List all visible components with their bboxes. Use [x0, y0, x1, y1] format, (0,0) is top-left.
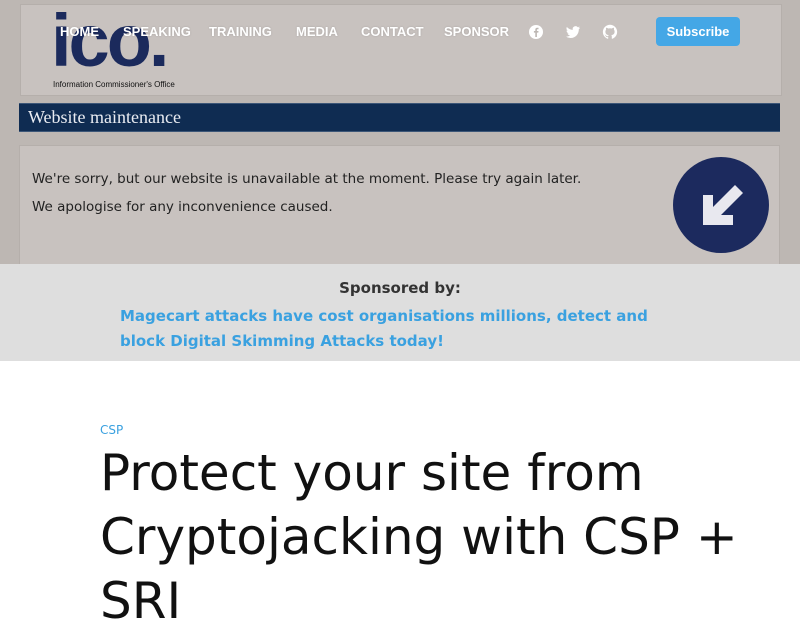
- article-header: CSP Protect your site from Cryptojacking…: [100, 361, 740, 630]
- arrow-down-left-icon: [673, 157, 769, 253]
- ico-logo-subtitle: Information Commissioner's Office: [53, 80, 175, 89]
- facebook-icon[interactable]: [528, 24, 544, 40]
- maintenance-message-line-2: We apologise for any inconvenience cause…: [32, 199, 333, 215]
- maintenance-title: Website maintenance: [28, 107, 181, 127]
- maintenance-title-bar: Website maintenance: [19, 103, 780, 132]
- nav-contact[interactable]: CONTACT: [361, 24, 424, 39]
- maintenance-message-line-1: We're sorry, but our website is unavaila…: [32, 171, 582, 187]
- sponsor-link[interactable]: Magecart attacks have cost organisations…: [120, 304, 660, 354]
- main-nav: HOME SPEAKING TRAINING MEDIA CONTACT SPO…: [0, 0, 800, 64]
- twitter-icon[interactable]: [565, 24, 581, 40]
- nav-home[interactable]: HOME: [60, 24, 99, 39]
- nav-speaking[interactable]: SPEAKING: [123, 24, 191, 39]
- nav-media[interactable]: MEDIA: [296, 24, 338, 39]
- sponsor-label: Sponsored by:: [339, 279, 461, 297]
- nav-sponsor[interactable]: SPONSOR: [444, 24, 509, 39]
- nav-training[interactable]: TRAINING: [209, 24, 272, 39]
- github-icon[interactable]: [602, 24, 618, 40]
- subscribe-button[interactable]: Subscribe: [656, 17, 740, 46]
- article-title: Protect your site from Cryptojacking wit…: [100, 444, 738, 630]
- maintenance-message-box: We're sorry, but our website is unavaila…: [19, 145, 780, 264]
- sponsor-banner: Sponsored by: Magecart attacks have cost…: [0, 264, 800, 361]
- article-tag-link[interactable]: CSP: [100, 423, 123, 437]
